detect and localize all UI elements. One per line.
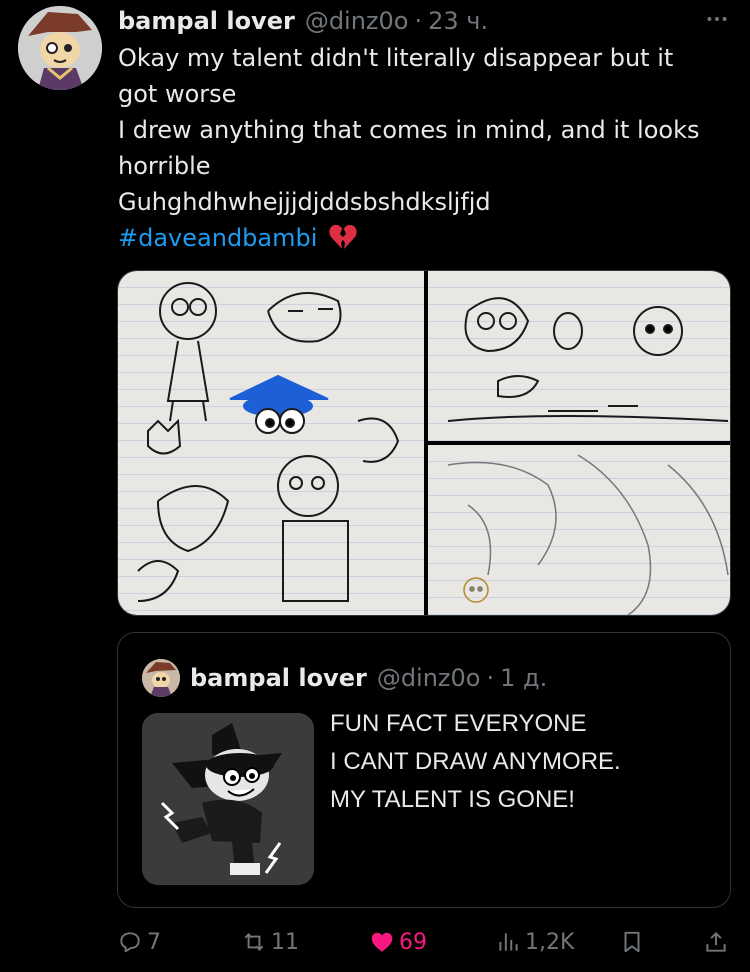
reply-count: 7 bbox=[147, 929, 161, 955]
share-button[interactable] bbox=[703, 922, 729, 962]
reply-button[interactable]: 7 bbox=[117, 922, 161, 962]
share-icon bbox=[706, 931, 726, 952]
separator-dot: · bbox=[414, 7, 423, 35]
views-button[interactable]: 1,2K bbox=[495, 922, 574, 962]
sketch-image-1[interactable] bbox=[118, 271, 424, 615]
quoted-avatar bbox=[142, 659, 180, 697]
tweet-line-2: got worse bbox=[118, 80, 237, 108]
tweet-line-3: I drew anything that comes in mind, and … bbox=[118, 116, 700, 144]
tweet-text: Okay my talent didn't literally disappea… bbox=[118, 40, 738, 260]
quoted-media-image bbox=[142, 713, 314, 885]
heart-filled-icon bbox=[371, 932, 393, 952]
author-handle[interactable]: @dinz0o bbox=[305, 7, 409, 35]
hashtag-line: #daveandbambi bbox=[118, 220, 738, 260]
quoted-tweet[interactable]: bampal lover @dinz0o · 1 д. FUN FACT EVE… bbox=[117, 632, 731, 908]
quoted-author-handle: @dinz0o bbox=[376, 664, 481, 692]
broken-heart-icon bbox=[329, 224, 357, 260]
retweet-icon bbox=[244, 933, 264, 951]
like-button[interactable]: 69 bbox=[369, 922, 427, 962]
reply-icon bbox=[120, 932, 140, 953]
bookmark-icon bbox=[624, 931, 640, 953]
hashtag-link[interactable]: #daveandbambi bbox=[118, 224, 317, 252]
tweet-line-1: Okay my talent didn't literally disappea… bbox=[118, 44, 674, 72]
quoted-header: bampal lover @dinz0o · 1 д. bbox=[190, 659, 547, 697]
action-bar: 7 11 69 1,2K bbox=[117, 922, 731, 962]
views-chart-icon bbox=[499, 933, 518, 951]
quoted-line-3: MY TALENT IS GONE! bbox=[330, 786, 575, 813]
like-count: 69 bbox=[399, 929, 427, 955]
quoted-text: FUN FACT EVERYONE I CANT DRAW ANYMORE. M… bbox=[330, 705, 621, 819]
quoted-line-1: FUN FACT EVERYONE bbox=[330, 710, 587, 737]
author-name[interactable]: bampal lover bbox=[118, 7, 295, 35]
tweet-header: bampal lover @dinz0o · 23 ч. bbox=[118, 4, 730, 38]
bookmark-button[interactable] bbox=[619, 922, 645, 962]
timestamp[interactable]: 23 ч. bbox=[428, 7, 488, 35]
retweet-button[interactable]: 11 bbox=[241, 922, 299, 962]
media-grid bbox=[117, 270, 731, 616]
tweet-line-5: Guhghdhwhejjjdjddsbshdksljfjd bbox=[118, 188, 491, 216]
retweet-count: 11 bbox=[271, 929, 299, 955]
quoted-line-2: I CANT DRAW ANYMORE. bbox=[330, 748, 621, 775]
more-horizontal-icon[interactable] bbox=[704, 6, 730, 38]
quoted-author-name: bampal lover bbox=[190, 664, 367, 692]
sketch-image-2[interactable] bbox=[428, 271, 730, 441]
tweet-line-4: horrible bbox=[118, 152, 211, 180]
quoted-separator-dot: · bbox=[486, 664, 495, 692]
avatar-illustration bbox=[18, 6, 102, 90]
avatar[interactable] bbox=[18, 6, 102, 90]
views-count: 1,2K bbox=[525, 929, 575, 955]
sketch-image-3[interactable] bbox=[428, 445, 730, 615]
quoted-timestamp: 1 д. bbox=[500, 664, 548, 692]
